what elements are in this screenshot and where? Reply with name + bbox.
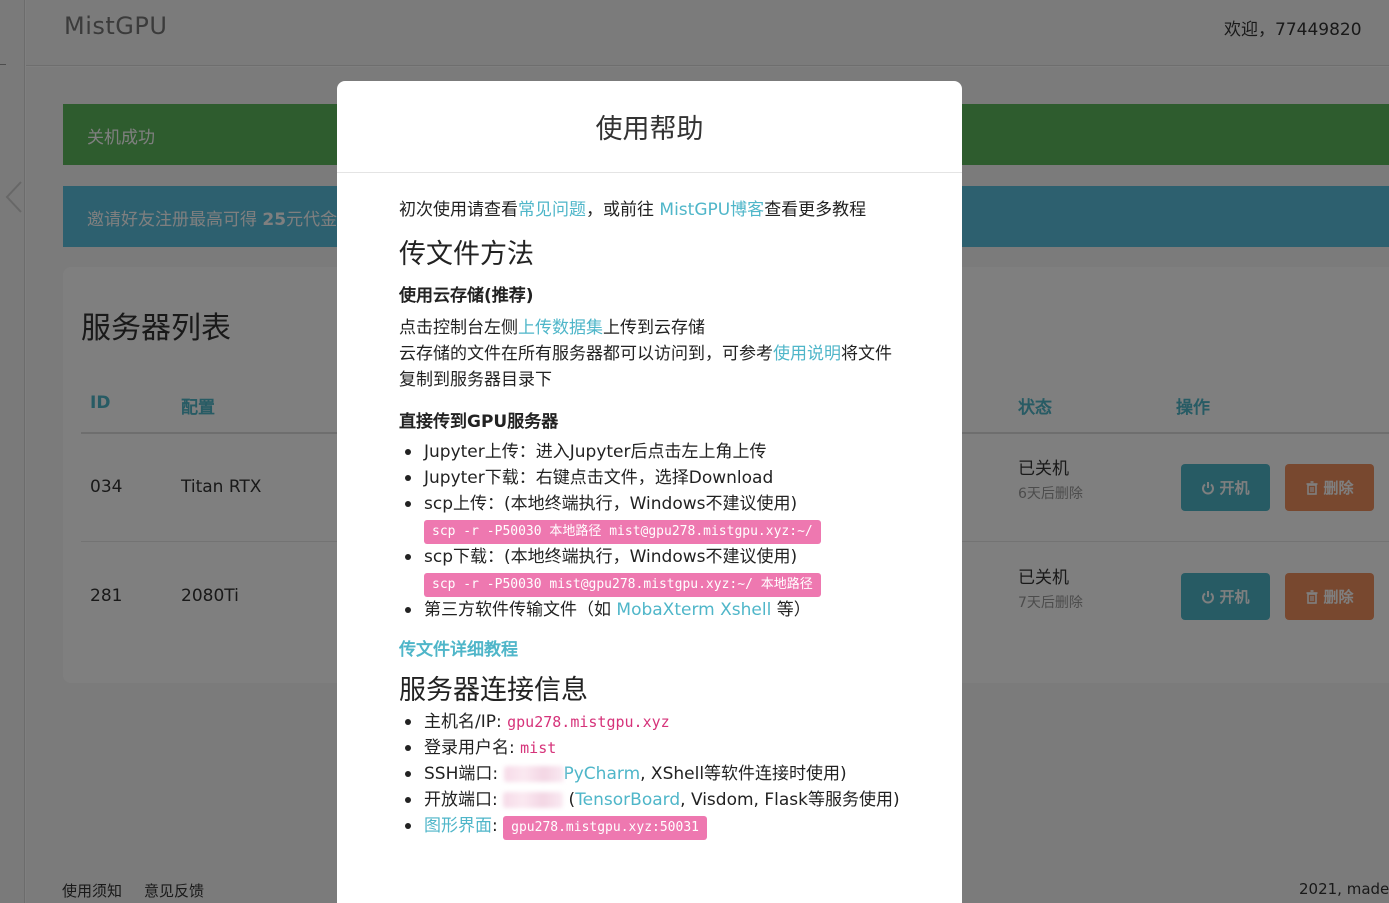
intro-part: 初次使用请查看	[399, 200, 518, 220]
modal-title: 使用帮助	[595, 114, 704, 145]
third-party-link[interactable]: MobaXterm Xshell	[616, 600, 771, 620]
help-modal: 使用帮助 初次使用请查看常见问题，或前往 MistGPU博客查看更多教程 传文件…	[337, 81, 962, 903]
gui-link[interactable]: 图形界面	[424, 816, 492, 836]
list-item: 主机名/IP: gpu278.mistgpu.xyz	[399, 709, 900, 735]
scp-upload-label: scp上传：(本地终端执行，Windows不建议使用)	[424, 494, 798, 514]
blog-link[interactable]: MistGPU博客	[659, 200, 764, 220]
intro-part: 查看更多教程	[764, 200, 867, 220]
host-value[interactable]: gpu278.mistgpu.xyz	[507, 713, 670, 731]
third-party-text: 第三方软件传输文件（如	[424, 600, 617, 620]
list-item: scp上传：(本地终端执行，Windows不建议使用) scp -r -P500…	[399, 491, 900, 544]
list-item: 登录用户名: mist	[399, 735, 900, 761]
cloud-text: 云存储的文件在所有服务器都可以访问到，可参考	[399, 344, 773, 364]
open-port-text: , Visdom, Flask等服务使用)	[680, 790, 900, 810]
cloud-line-2: 云存储的文件在所有服务器都可以访问到，可参考使用说明将文件复制到服务器目录下	[399, 341, 900, 393]
cloud-heading: 使用云存储(推荐)	[399, 286, 534, 306]
transfer-heading: 传文件方法	[399, 239, 534, 270]
open-port-label: 开放端口:	[424, 790, 504, 810]
modal-header: 使用帮助	[337, 81, 962, 173]
open-port-text: (	[563, 790, 576, 810]
list-item: SSH端口: PyCharm, XShell等软件连接时使用)	[399, 761, 900, 787]
transfer-tutorial-link[interactable]: 传文件详细教程	[399, 637, 900, 663]
ssh-label: SSH端口:	[424, 764, 504, 784]
upload-dataset-link[interactable]: 上传数据集	[518, 318, 603, 338]
list-item: 开放端口: (TensorBoard, Visdom, Flask等服务使用)	[399, 787, 900, 813]
gui-address[interactable]: gpu278.mistgpu.xyz:50031	[503, 816, 707, 840]
connection-heading: 服务器连接信息	[399, 675, 588, 706]
intro-text: 初次使用请查看常见问题，或前往 MistGPU博客查看更多教程	[399, 197, 900, 223]
user-value[interactable]: mist	[520, 739, 556, 757]
cloud-text: 上传到云存储	[603, 318, 705, 338]
third-party-text: 等）	[771, 600, 811, 620]
list-item: Jupyter下载：右键点击文件，选择Download	[399, 465, 900, 491]
scp-upload-command[interactable]: scp -r -P50030 本地路径 mist@gpu278.mistgpu.…	[424, 520, 821, 544]
list-item: 第三方软件传输文件（如 MobaXterm Xshell 等）	[399, 597, 900, 623]
ssh-text: , XShell等软件连接时使用)	[640, 764, 847, 784]
direct-heading: 直接传到GPU服务器	[399, 412, 559, 432]
pycharm-link[interactable]: PyCharm	[564, 764, 641, 784]
modal-body: 初次使用请查看常见问题，或前往 MistGPU博客查看更多教程 传文件方法 使用…	[337, 173, 962, 840]
host-label: 主机名/IP:	[424, 712, 508, 732]
open-port-redacted	[503, 792, 564, 808]
user-label: 登录用户名:	[424, 738, 521, 758]
scp-download-command[interactable]: scp -r -P50030 mist@gpu278.mistgpu.xyz:~…	[424, 573, 821, 597]
intro-part: ，或前往	[586, 200, 660, 220]
direct-methods-list: Jupyter上传：进入Jupyter后点击左上角上传 Jupyter下载：右键…	[399, 439, 900, 623]
cloud-text: 点击控制台左侧	[399, 318, 518, 338]
list-item: Jupyter上传：进入Jupyter后点击左上角上传	[399, 439, 900, 465]
usage-doc-link[interactable]: 使用说明	[773, 344, 841, 364]
gui-colon: :	[492, 816, 504, 836]
scp-download-label: scp下载：(本地终端执行，Windows不建议使用)	[424, 547, 798, 567]
list-item: scp下载：(本地终端执行，Windows不建议使用) scp -r -P500…	[399, 544, 900, 597]
ssh-port-redacted	[503, 766, 564, 782]
faq-link[interactable]: 常见问题	[518, 200, 586, 220]
connection-info-list: 主机名/IP: gpu278.mistgpu.xyz 登录用户名: mist S…	[399, 709, 900, 840]
list-item: 图形界面: gpu278.mistgpu.xyz:50031	[399, 813, 900, 840]
tensorboard-link[interactable]: TensorBoard	[575, 790, 680, 810]
cloud-line-1: 点击控制台左侧上传数据集上传到云存储	[399, 315, 900, 341]
